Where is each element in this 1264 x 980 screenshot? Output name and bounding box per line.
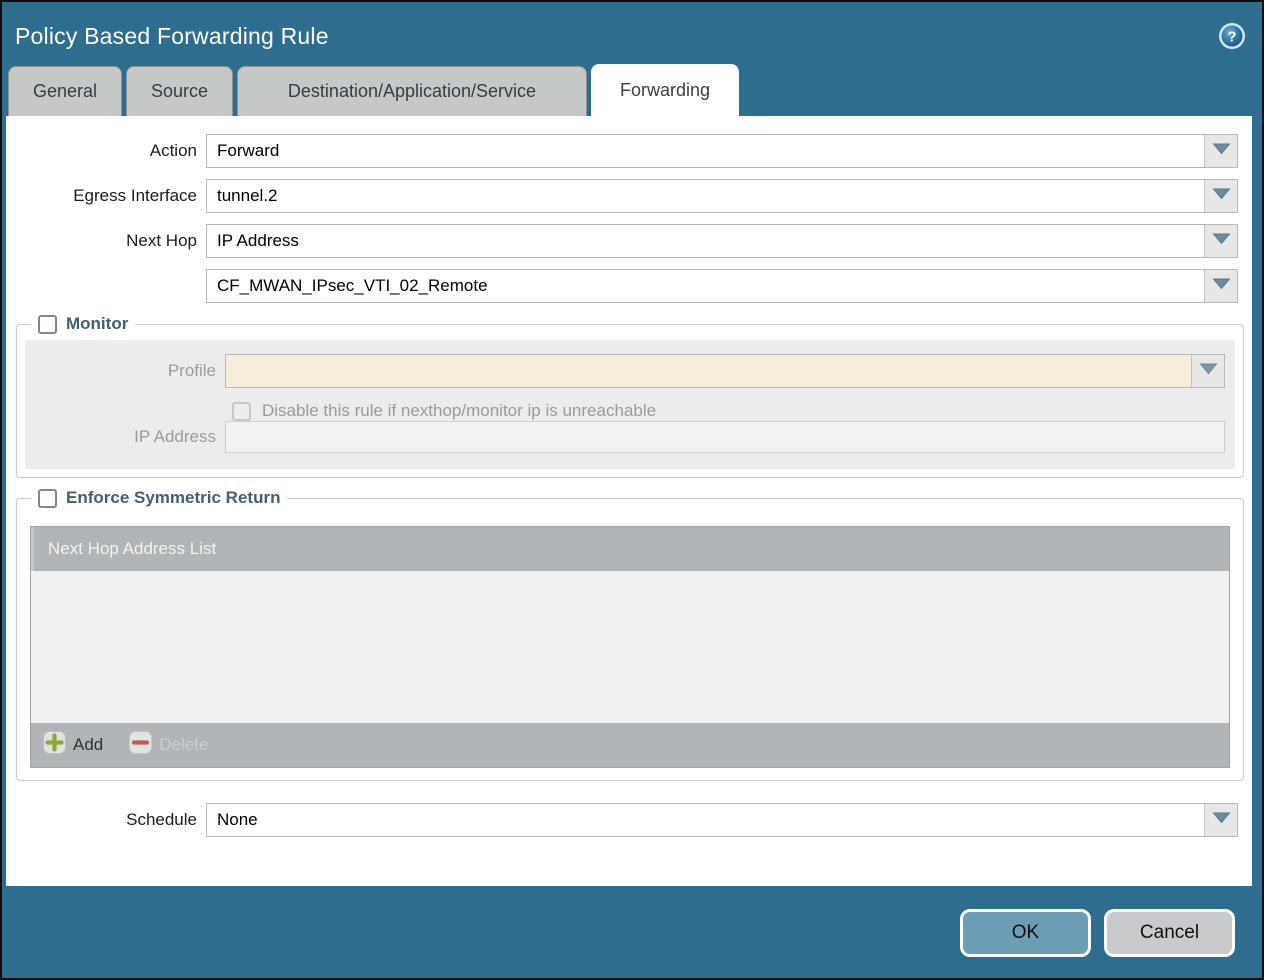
next-hop-address-list-header: Next Hop Address List: [31, 527, 1229, 571]
monitor-ip-address-row: IP Address: [25, 421, 1225, 453]
action-label: Action: [6, 141, 206, 161]
forwarding-tab-panel: Action Forward Egress Interface tunnel.2: [6, 116, 1252, 886]
schedule-dropdown[interactable]: None: [206, 803, 1238, 837]
enforce-symmetric-return-section: Enforce Symmetric Return Next Hop Addres…: [16, 488, 1244, 781]
chevron-down-icon: [1199, 362, 1218, 380]
schedule-row: Schedule None: [6, 803, 1238, 837]
tab-bar: General Source Destination/Application/S…: [8, 64, 1262, 116]
svg-text:?: ?: [1227, 29, 1236, 46]
disable-rule-label: Disable this rule if nexthop/monitor ip …: [262, 401, 656, 421]
egress-interface-dropdown-button[interactable]: [1204, 180, 1237, 212]
action-row: Action Forward: [6, 134, 1238, 168]
ok-button[interactable]: OK: [960, 909, 1091, 957]
tab-general[interactable]: General: [8, 66, 122, 116]
schedule-value: None: [207, 804, 1204, 836]
next-hop-address-dropdown-button[interactable]: [1204, 270, 1237, 302]
help-icon[interactable]: ?: [1218, 22, 1246, 50]
disable-rule-row: Disable this rule if nexthop/monitor ip …: [232, 401, 1235, 421]
monitor-section: Monitor Profile Di: [16, 314, 1244, 478]
chevron-down-icon: [1212, 811, 1231, 829]
next-hop-label: Next Hop: [6, 231, 206, 251]
policy-based-forwarding-rule-dialog: Policy Based Forwarding Rule ? General S…: [0, 0, 1264, 980]
action-value: Forward: [207, 135, 1204, 167]
next-hop-dropdown-button[interactable]: [1204, 225, 1237, 257]
egress-interface-dropdown[interactable]: tunnel.2: [206, 179, 1238, 213]
next-hop-address-list-body[interactable]: [31, 571, 1229, 723]
chevron-down-icon: [1212, 232, 1231, 250]
disable-rule-checkbox: [232, 402, 251, 421]
action-dropdown-button[interactable]: [1204, 135, 1237, 167]
next-hop-address-row: CF_MWAN_IPsec_VTI_02_Remote: [6, 269, 1238, 303]
delete-button-label: Delete: [159, 735, 208, 755]
plus-icon: [43, 731, 66, 759]
tab-forwarding[interactable]: Forwarding: [591, 64, 739, 116]
chevron-down-icon: [1212, 277, 1231, 295]
tab-source[interactable]: Source: [126, 66, 233, 116]
add-button[interactable]: Add: [43, 731, 103, 759]
next-hop-value: IP Address: [207, 225, 1204, 257]
next-hop-address-value: CF_MWAN_IPsec_VTI_02_Remote: [207, 270, 1204, 302]
profile-dropdown-button: [1191, 355, 1224, 387]
cancel-button[interactable]: Cancel: [1104, 909, 1235, 957]
dialog-titlebar: Policy Based Forwarding Rule ?: [2, 2, 1262, 64]
schedule-label: Schedule: [6, 810, 206, 830]
monitor-section-body: Profile Disable this rule if nexthop/mon…: [25, 340, 1235, 469]
profile-row: Profile: [25, 354, 1225, 388]
dialog-footer: OK Cancel: [2, 888, 1262, 978]
next-hop-address-list-table: Next Hop Address List Add: [30, 526, 1230, 768]
enforce-symmetric-return-checkbox[interactable]: [38, 489, 57, 508]
monitor-checkbox[interactable]: [38, 315, 57, 334]
next-hop-dropdown[interactable]: IP Address: [206, 224, 1238, 258]
profile-label: Profile: [25, 361, 225, 381]
monitor-legend-label: Monitor: [66, 314, 128, 334]
minus-icon: [129, 731, 152, 759]
profile-value: [226, 355, 1191, 387]
egress-interface-row: Egress Interface tunnel.2: [6, 179, 1238, 213]
monitor-legend: Monitor: [31, 314, 135, 334]
egress-interface-label: Egress Interface: [6, 186, 206, 206]
add-button-label: Add: [73, 735, 103, 755]
schedule-dropdown-button[interactable]: [1204, 804, 1237, 836]
action-dropdown[interactable]: Forward: [206, 134, 1238, 168]
tab-destination-application-service[interactable]: Destination/Application/Service: [237, 66, 587, 116]
dialog-title: Policy Based Forwarding Rule: [15, 23, 329, 50]
next-hop-address-dropdown[interactable]: CF_MWAN_IPsec_VTI_02_Remote: [206, 269, 1238, 303]
enforce-symmetric-return-legend-label: Enforce Symmetric Return: [66, 488, 280, 508]
chevron-down-icon: [1212, 142, 1231, 160]
profile-dropdown: [225, 354, 1225, 388]
delete-button: Delete: [129, 731, 208, 759]
next-hop-row: Next Hop IP Address: [6, 224, 1238, 258]
monitor-ip-address-label: IP Address: [25, 427, 225, 447]
monitor-ip-address-field: [225, 421, 1225, 453]
enforce-symmetric-return-legend: Enforce Symmetric Return: [31, 488, 287, 508]
chevron-down-icon: [1212, 187, 1231, 205]
egress-interface-value: tunnel.2: [207, 180, 1204, 212]
next-hop-address-list-toolbar: Add Delete: [31, 723, 1229, 767]
